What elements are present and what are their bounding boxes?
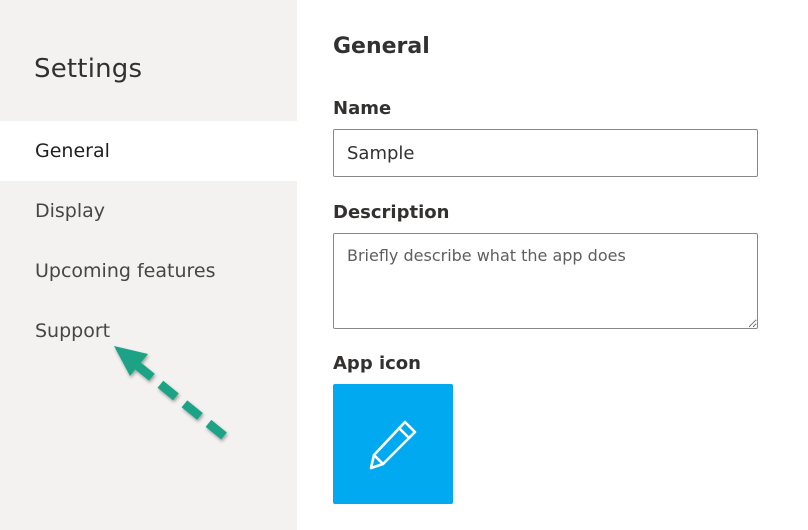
- sidebar-item-general[interactable]: General: [0, 121, 297, 181]
- sidebar-title: Settings: [34, 54, 143, 84]
- page-title: General: [333, 34, 430, 59]
- main-content: General Name Description App icon: [297, 0, 808, 530]
- pencil-icon: [369, 420, 417, 470]
- sidebar-item-support[interactable]: Support: [0, 301, 297, 361]
- description-input[interactable]: [333, 233, 758, 329]
- settings-window: Settings General Display Upcoming featur…: [0, 0, 808, 530]
- name-input[interactable]: [333, 129, 758, 177]
- app-icon-button[interactable]: [333, 384, 453, 504]
- settings-sidebar: Settings General Display Upcoming featur…: [0, 0, 297, 530]
- name-label: Name: [333, 98, 392, 119]
- sidebar-item-upcoming-features[interactable]: Upcoming features: [0, 241, 297, 301]
- app-icon-label: App icon: [333, 353, 421, 374]
- description-label: Description: [333, 202, 450, 223]
- sidebar-item-display[interactable]: Display: [0, 181, 297, 241]
